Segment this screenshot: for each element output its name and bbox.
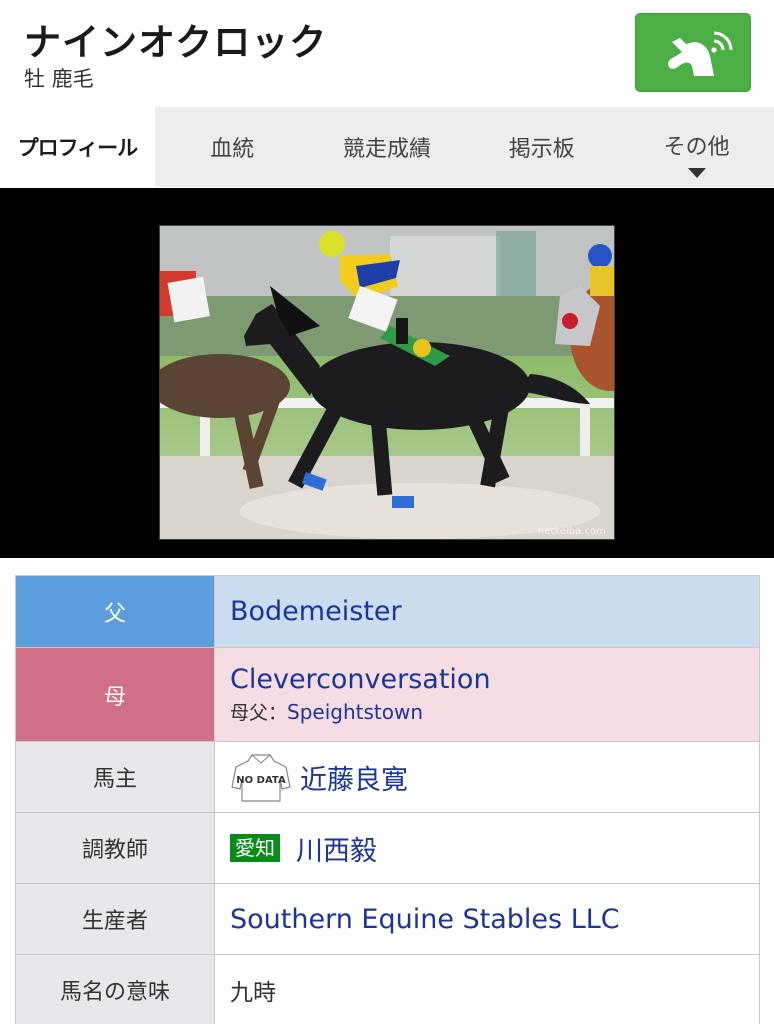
favorite-horse-button[interactable] — [635, 13, 751, 92]
horse-profile-table: 父 Bodemeister 母 Cleverconversation 母父：Sp… — [15, 575, 760, 1024]
dam-label: 母 — [15, 647, 215, 742]
name-meaning-row: 馬名の意味 九時 — [15, 954, 760, 1024]
tab-profile[interactable]: プロフィール — [0, 107, 155, 187]
trainer-region-badge: 愛知 — [230, 834, 280, 862]
dam-row: 母 Cleverconversation 母父：Speightstown — [15, 647, 760, 742]
tab-bar: プロフィール 血統 競走成績 掲示板 その他 — [0, 107, 774, 187]
tab-other-label: その他 — [663, 135, 730, 160]
name-meaning-label: 馬名の意味 — [15, 954, 215, 1024]
trainer-row: 調教師 愛知 川西毅 — [15, 812, 760, 884]
horse-name: ナインオクロック — [24, 21, 328, 64]
tab-bulletin-board[interactable]: 掲示板 — [464, 107, 619, 187]
sire-row: 父 Bodemeister — [15, 575, 760, 648]
tab-other[interactable]: その他 — [619, 107, 774, 187]
tab-pedigree[interactable]: 血統 — [155, 107, 310, 187]
breeder-link[interactable]: Southern Equine Stables LLC — [230, 904, 620, 935]
owner-label: 馬主 — [15, 741, 215, 813]
tab-race-results[interactable]: 競走成績 — [310, 107, 465, 187]
owner-link[interactable]: 近藤良寛 — [300, 758, 408, 797]
photo-watermark: netkeiba.com — [538, 526, 606, 537]
sire-link[interactable]: Bodemeister — [230, 596, 402, 627]
damsire-link[interactable]: Speightstown — [287, 700, 423, 724]
horse-photo[interactable]: netkeiba.com — [159, 225, 615, 540]
owner-silks-icon: NO DATA — [231, 754, 291, 802]
damsire-label: 母父： — [230, 702, 288, 724]
race-photo-illustration: netkeiba.com — [160, 226, 614, 539]
sire-label: 父 — [15, 575, 215, 648]
horse-head-rss-icon — [668, 31, 733, 76]
caret-down-icon — [687, 168, 706, 178]
owner-row: 馬主 NO DATA 近藤良寛 — [15, 741, 760, 813]
breeder-row: 生産者 Southern Equine Stables LLC — [15, 883, 760, 955]
damsire-line: 母父：Speightstown — [230, 698, 759, 725]
breeder-label: 生産者 — [15, 883, 215, 955]
photo-area: netkeiba.com — [0, 188, 774, 558]
page-header: ナインオクロック 牡 鹿毛 — [0, 0, 774, 106]
silks-no-data: NO DATA — [236, 775, 286, 786]
name-meaning-value: 九時 — [230, 980, 276, 1006]
dam-link[interactable]: Cleverconversation — [230, 664, 759, 695]
trainer-link[interactable]: 川西毅 — [296, 829, 377, 868]
trainer-label: 調教師 — [15, 812, 215, 884]
horse-sex-color: 牡 鹿毛 — [24, 67, 94, 91]
